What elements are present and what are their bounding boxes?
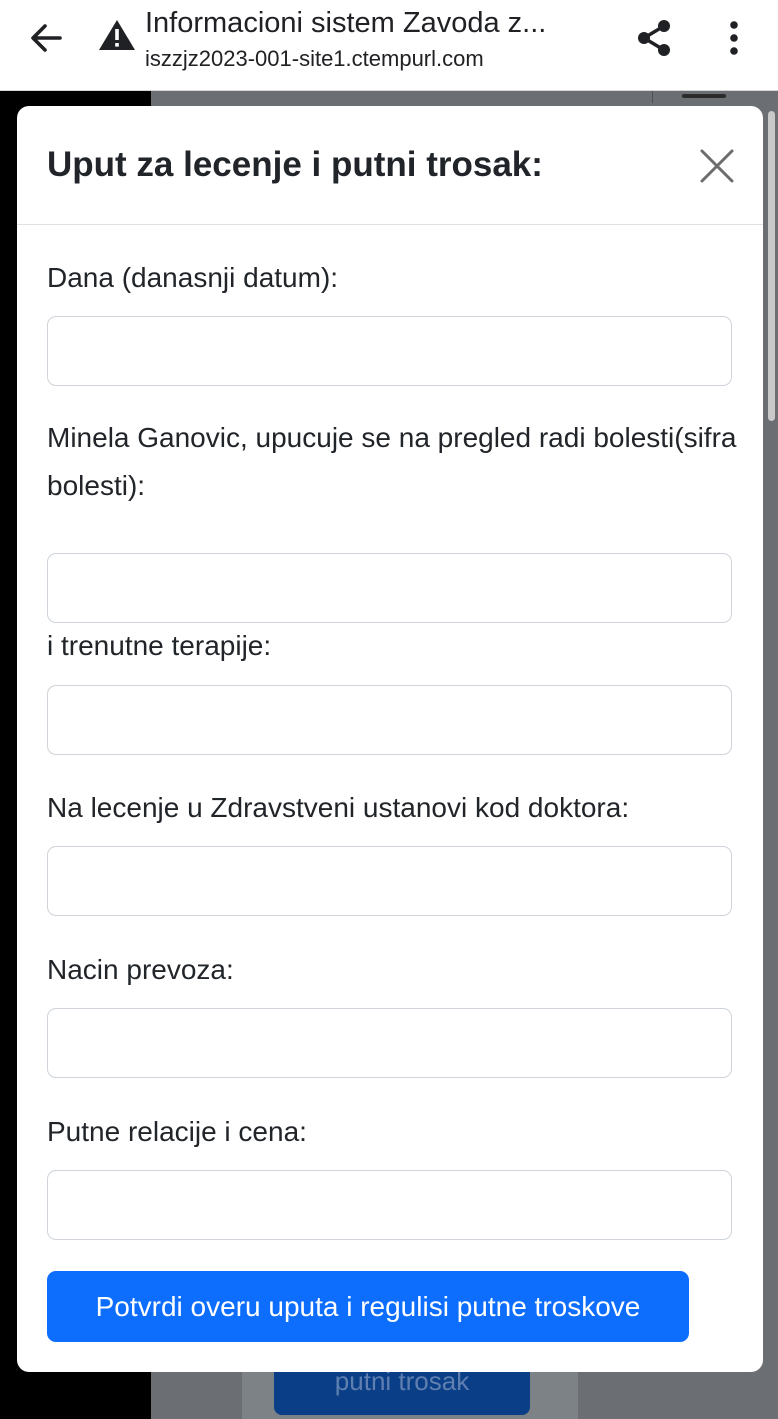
- browser-toolbar: Informacioni sistem Zavoda z... iszzjz20…: [0, 0, 778, 91]
- date-label: Dana (danasnji datum):: [47, 262, 339, 293]
- transport-label: Nacin prevoza:: [47, 954, 234, 985]
- route-price-input[interactable]: [47, 1170, 732, 1240]
- backdrop-divider: [652, 91, 653, 103]
- share-icon: [638, 20, 670, 56]
- modal-header: Uput za lecenje i putni trosak:: [17, 106, 763, 225]
- therapy-label: i trenutne terapije:: [47, 630, 272, 661]
- close-icon: [700, 149, 734, 183]
- arrow-back-icon: [31, 24, 62, 52]
- therapy-input[interactable]: [47, 685, 732, 755]
- warning-triangle-icon[interactable]: [98, 18, 136, 52]
- modal-title: Uput za lecenje i putni trosak:: [47, 145, 543, 184]
- browser-page-title[interactable]: Informacioni sistem Zavoda z...: [145, 4, 605, 42]
- illness-code-input[interactable]: [47, 553, 732, 623]
- route-price-label: Putne relacije i cena:: [47, 1116, 307, 1147]
- close-button[interactable]: [693, 142, 741, 190]
- browser-url[interactable]: iszzjz2023-001-site1.ctempurl.com: [145, 44, 605, 74]
- more-menu-button[interactable]: [712, 12, 756, 64]
- transport-input[interactable]: [47, 1008, 732, 1078]
- illness-label: Minela Ganovic, upucuje se na pregled ra…: [47, 422, 737, 501]
- referral-modal: Uput za lecenje i putni trosak: Dana (da…: [17, 106, 763, 1372]
- doctor-input[interactable]: [47, 846, 732, 916]
- page-scrollbar[interactable]: [768, 111, 775, 421]
- more-vertical-icon: [730, 21, 738, 55]
- share-button[interactable]: [628, 12, 680, 64]
- confirm-submit-button[interactable]: Potvrdi overu uputa i regulisi putne tro…: [47, 1271, 689, 1342]
- back-button[interactable]: [20, 14, 72, 62]
- date-input[interactable]: [47, 316, 732, 386]
- backdrop-toggle-line: [682, 94, 726, 98]
- doctor-label: Na lecenje u Zdravstveni ustanovi kod do…: [47, 792, 630, 823]
